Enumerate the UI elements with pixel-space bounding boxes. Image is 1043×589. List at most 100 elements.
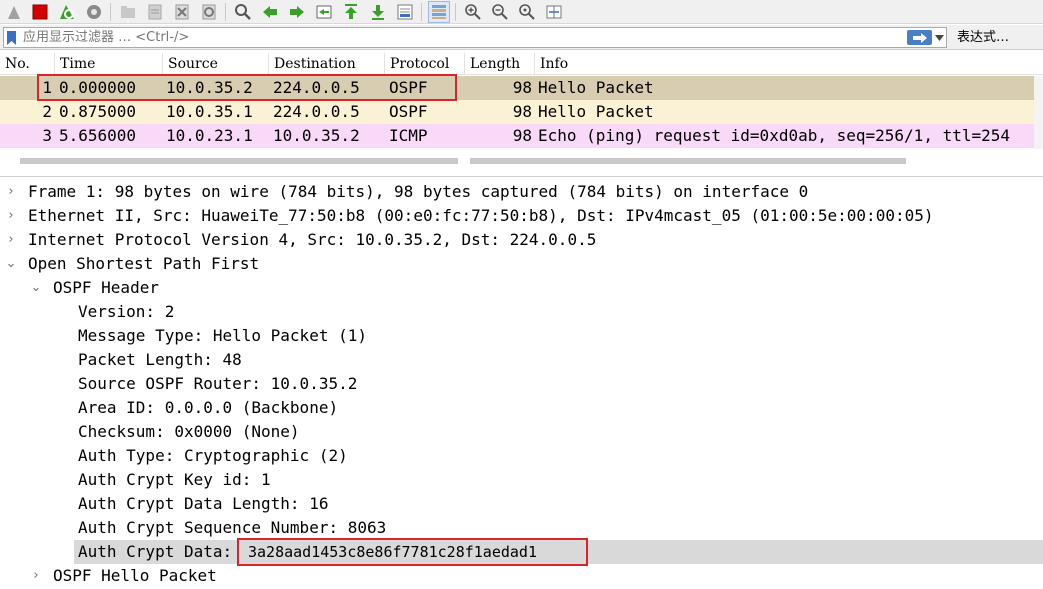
go-forward-icon[interactable] bbox=[286, 1, 308, 23]
chevron-right-icon[interactable]: › bbox=[4, 204, 18, 228]
packet-length: 98 bbox=[512, 78, 532, 97]
tree-label: OSPF Header bbox=[53, 278, 159, 297]
tree-row-ip[interactable]: › Internet Protocol Version 4, Src: 10.0… bbox=[0, 228, 1043, 252]
go-first-icon[interactable] bbox=[340, 1, 362, 23]
bookmark-icon[interactable] bbox=[6, 31, 17, 45]
packet-protocol: ICMP bbox=[389, 126, 428, 145]
column-info[interactable]: Info bbox=[535, 53, 1043, 75]
tree-row-ospf[interactable]: ⌄ Open Shortest Path First bbox=[0, 252, 1043, 276]
tree-label: Auth Crypt Key id: 1 bbox=[78, 470, 271, 489]
arrow-right-icon bbox=[912, 32, 927, 43]
display-filter-bar: 表达式… bbox=[0, 25, 1043, 50]
packet-destination: 224.0.0.5 bbox=[273, 102, 360, 121]
tree-label: Auth Crypt Data Length: 16 bbox=[78, 494, 329, 513]
column-time[interactable]: Time bbox=[55, 53, 163, 75]
find-packet-icon[interactable] bbox=[232, 1, 254, 23]
packet-source: 10.0.23.1 bbox=[166, 126, 253, 145]
packet-protocol: OSPF bbox=[389, 102, 428, 121]
tree-row-frame[interactable]: › Frame 1: 98 bytes on wire (784 bits), … bbox=[0, 180, 1043, 204]
tree-row-ospf-header[interactable]: ⌄ OSPF Header bbox=[0, 276, 1043, 300]
chevron-right-icon[interactable]: › bbox=[4, 180, 18, 204]
packet-info: Hello Packet bbox=[538, 78, 654, 97]
column-source[interactable]: Source bbox=[163, 53, 269, 75]
tree-row-field[interactable]: Source OSPF Router: 10.0.35.2 bbox=[0, 372, 1043, 396]
tree-row-field[interactable]: Auth Crypt Sequence Number: 8063 bbox=[0, 516, 1043, 540]
save-file-icon[interactable] bbox=[144, 1, 166, 23]
packet-list-horizontal-scrollbar bbox=[0, 150, 1043, 170]
packet-time: 5.656000 bbox=[59, 126, 137, 145]
column-destination[interactable]: Destination bbox=[269, 53, 385, 75]
packet-destination: 10.0.35.2 bbox=[273, 126, 360, 145]
main-toolbar bbox=[0, 0, 1043, 24]
packet-no: 2 bbox=[42, 102, 52, 121]
tree-label: Packet Length: 48 bbox=[78, 350, 242, 369]
tree-row-field[interactable]: Auth Type: Cryptographic (2) bbox=[0, 444, 1043, 468]
tree-label: Checksum: 0x0000 (None) bbox=[78, 422, 300, 441]
reload-icon[interactable] bbox=[198, 1, 220, 23]
packet-source: 10.0.35.1 bbox=[166, 102, 253, 121]
tree-label: Auth Type: Cryptographic (2) bbox=[78, 446, 348, 465]
highlight-box bbox=[237, 538, 588, 566]
zoom-out-icon[interactable] bbox=[489, 1, 511, 23]
autoscroll-icon[interactable] bbox=[394, 1, 416, 23]
chevron-down-icon[interactable]: ⌄ bbox=[29, 276, 43, 300]
packet-no: 3 bbox=[42, 126, 52, 145]
info-scroll-thumb[interactable] bbox=[470, 158, 906, 164]
shark-fin-icon[interactable] bbox=[3, 1, 25, 23]
tree-row-field[interactable]: Auth Crypt Key id: 1 bbox=[0, 468, 1043, 492]
column-protocol[interactable]: Protocol bbox=[385, 53, 465, 75]
tree-row-field[interactable]: Message Type: Hello Packet (1) bbox=[0, 324, 1043, 348]
packet-info: Hello Packet bbox=[538, 102, 654, 121]
tree-label: Version: 2 bbox=[78, 302, 175, 321]
packet-time: 0.875000 bbox=[59, 102, 137, 121]
capture-options-icon[interactable] bbox=[83, 1, 105, 23]
packet-row[interactable]: 2 0.875000 10.0.35.1 224.0.0.5 OSPF 98 H… bbox=[0, 100, 1043, 124]
display-filter-input[interactable] bbox=[23, 28, 893, 47]
colorize-icon[interactable] bbox=[428, 1, 450, 23]
packet-length: 98 bbox=[512, 102, 532, 121]
packet-row[interactable]: 3 5.656000 10.0.23.1 10.0.35.2 ICMP 98 E… bbox=[0, 124, 1043, 148]
column-length[interactable]: Length bbox=[465, 53, 535, 75]
tree-label: OSPF Hello Packet bbox=[53, 566, 217, 585]
packet-list-vertical-scrollbar[interactable] bbox=[1034, 76, 1043, 149]
restart-capture-icon[interactable] bbox=[56, 1, 78, 23]
resize-columns-icon[interactable] bbox=[543, 1, 565, 23]
expression-button[interactable]: 表达式… bbox=[957, 28, 1009, 47]
tree-row-field[interactable]: Area ID: 0.0.0.0 (Backbone) bbox=[0, 396, 1043, 420]
packet-length: 98 bbox=[512, 126, 532, 145]
display-filter-field[interactable] bbox=[3, 27, 947, 48]
open-file-icon[interactable] bbox=[117, 1, 139, 23]
tree-label: Ethernet II, Src: HuaweiTe_77:50:b8 (00:… bbox=[28, 206, 934, 225]
tree-label: Source OSPF Router: 10.0.35.2 bbox=[78, 374, 358, 393]
go-to-packet-icon[interactable] bbox=[313, 1, 335, 23]
tree-label: Auth Crypt Sequence Number: 8063 bbox=[78, 518, 387, 537]
packet-details-tree: › Frame 1: 98 bytes on wire (784 bits), … bbox=[0, 176, 1043, 589]
go-last-icon[interactable] bbox=[367, 1, 389, 23]
apply-filter-button[interactable] bbox=[907, 30, 932, 45]
close-file-icon[interactable] bbox=[171, 1, 193, 23]
packet-list-header: No. Time Source Destination Protocol Len… bbox=[0, 53, 1043, 75]
column-no[interactable]: No. bbox=[0, 53, 55, 75]
packet-info: Echo (ping) request id=0xd0ab, seq=256/1… bbox=[538, 126, 1011, 145]
tree-row-ospf-hello[interactable]: › OSPF Hello Packet bbox=[0, 564, 1043, 588]
chevron-down-icon bbox=[934, 35, 944, 41]
go-back-icon[interactable] bbox=[259, 1, 281, 23]
tree-label: Area ID: 0.0.0.0 (Backbone) bbox=[78, 398, 339, 417]
chevron-right-icon[interactable]: › bbox=[4, 228, 18, 252]
column-scroll-thumb[interactable] bbox=[20, 158, 458, 164]
highlight-box bbox=[37, 74, 457, 101]
tree-row-field[interactable]: Checksum: 0x0000 (None) bbox=[0, 420, 1043, 444]
tree-label: Open Shortest Path First bbox=[28, 254, 260, 273]
filter-history-dropdown[interactable] bbox=[933, 32, 945, 44]
chevron-right-icon[interactable]: › bbox=[29, 564, 43, 588]
stop-capture-icon[interactable] bbox=[29, 1, 51, 23]
tree-row-ethernet[interactable]: › Ethernet II, Src: HuaweiTe_77:50:b8 (0… bbox=[0, 204, 1043, 228]
tree-label: Message Type: Hello Packet (1) bbox=[78, 326, 367, 345]
normal-size-icon[interactable] bbox=[516, 1, 538, 23]
tree-label: Internet Protocol Version 4, Src: 10.0.3… bbox=[28, 230, 597, 249]
tree-row-field[interactable]: Version: 2 bbox=[0, 300, 1043, 324]
tree-row-field[interactable]: Auth Crypt Data Length: 16 bbox=[0, 492, 1043, 516]
tree-row-field[interactable]: Packet Length: 48 bbox=[0, 348, 1043, 372]
zoom-in-icon[interactable] bbox=[462, 1, 484, 23]
chevron-down-icon[interactable]: ⌄ bbox=[4, 252, 18, 276]
